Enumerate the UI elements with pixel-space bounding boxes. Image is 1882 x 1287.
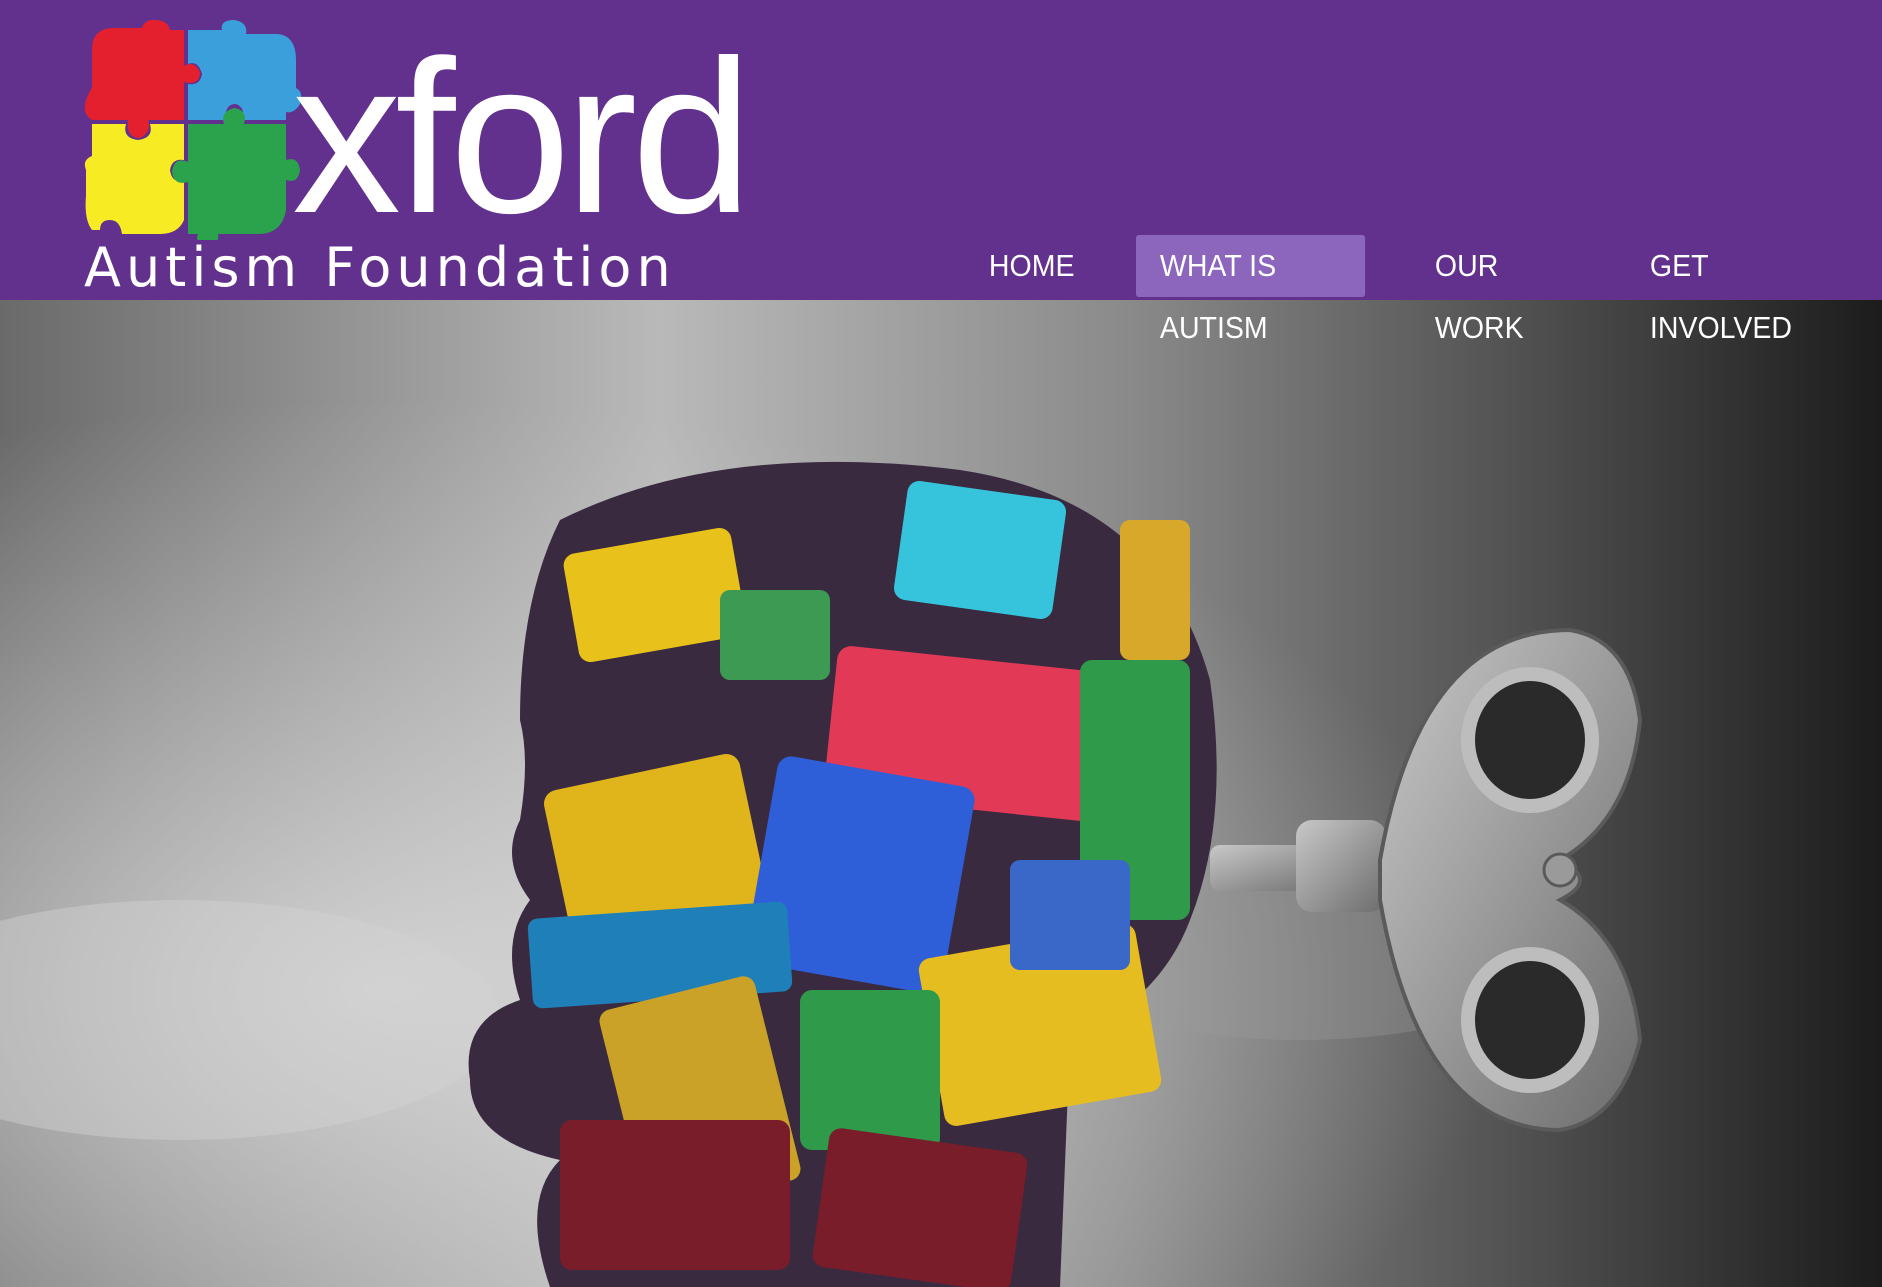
nav-get-involved[interactable]: GET INVOLVED	[1626, 235, 1838, 345]
site-header: xford Autism Foundation HOME WHAT IS AUT…	[0, 0, 1882, 345]
site-logo[interactable]: xford Autism Foundation	[82, 20, 762, 300]
nav-home[interactable]: HOME	[965, 235, 1098, 297]
hero-image	[0, 300, 1882, 1287]
hero-illustration	[0, 300, 1882, 1287]
nav-our-work[interactable]: OUR WORK	[1411, 235, 1585, 345]
main-nav: HOME WHAT IS AUTISM OUR WORK GET INVOLVE…	[965, 234, 1882, 345]
logo-subtitle: Autism Foundation	[84, 236, 676, 299]
nav-what-is-autism[interactable]: WHAT IS AUTISM	[1136, 235, 1366, 345]
puzzle-logo-icon	[84, 20, 302, 240]
logo-wordmark: xford	[292, 16, 753, 259]
